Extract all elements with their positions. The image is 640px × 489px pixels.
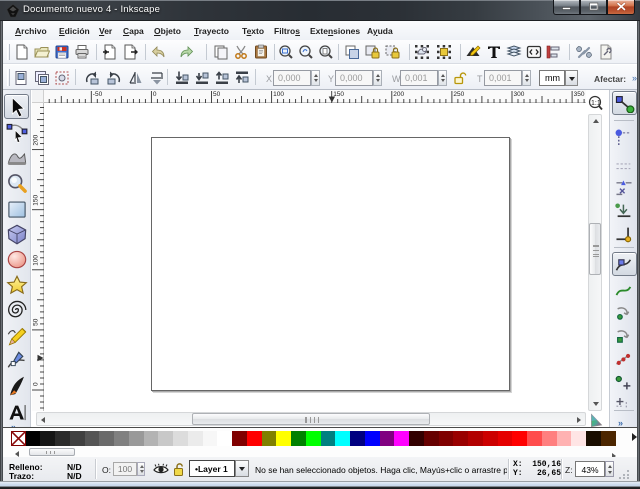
svg-text:200: 200 [393, 91, 404, 98]
svg-text:300: 300 [514, 91, 525, 98]
svg-text:50: 50 [33, 318, 40, 326]
svg-text:-50: -50 [93, 91, 103, 98]
svg-text:250: 250 [453, 91, 464, 98]
svg-text:350: 350 [574, 91, 585, 98]
svg-text:100: 100 [273, 91, 284, 98]
svg-text:150: 150 [333, 91, 344, 98]
svg-text:1:1: 1:1 [591, 100, 601, 107]
svg-text:0: 0 [153, 91, 157, 98]
svg-text:50: 50 [213, 91, 221, 98]
svg-text:0: 0 [33, 382, 40, 386]
svg-text:100: 100 [33, 255, 40, 266]
svg-text:200: 200 [33, 134, 40, 145]
svg-text:150: 150 [33, 194, 40, 205]
